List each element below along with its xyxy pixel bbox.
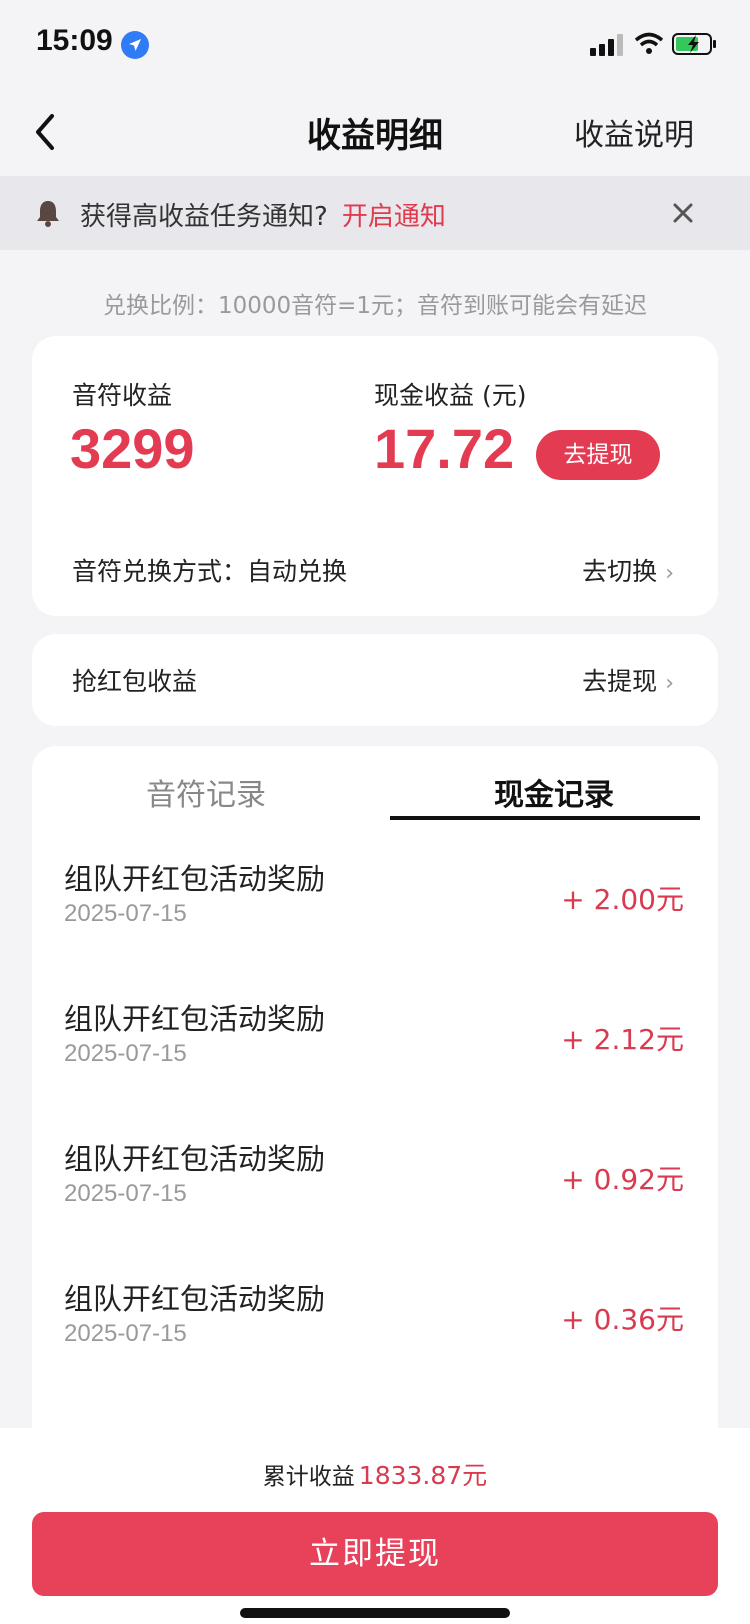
nav-bar: 收益明细 收益说明 bbox=[0, 88, 750, 176]
chevron-right-icon: › bbox=[665, 561, 674, 586]
status-time: 15:09 bbox=[36, 24, 113, 57]
status-bar: 15:09 bbox=[0, 0, 750, 88]
record-title: 组队开红包活动奖励 bbox=[64, 1282, 326, 1316]
location-arrow-icon bbox=[121, 31, 149, 59]
red-packet-withdraw-label: 去提现 bbox=[582, 667, 658, 696]
record-date: 2025-07-15 bbox=[64, 1180, 187, 1207]
signal-icon bbox=[590, 34, 623, 56]
cash-earnings-value: 17.72 bbox=[374, 417, 515, 480]
record-title: 组队开红包活动奖励 bbox=[64, 1002, 326, 1036]
battery-charging-icon bbox=[672, 33, 716, 55]
tab-note-records[interactable]: 音符记录 bbox=[56, 770, 356, 814]
list-item: 组队开红包活动奖励 2025-07-15 + 0.92元 bbox=[32, 1136, 718, 1276]
total-earnings: 累计收益 1833.87元 bbox=[0, 1456, 750, 1492]
withdraw-pill-button[interactable]: 去提现 bbox=[536, 430, 660, 480]
note-earnings-label: 音符收益 bbox=[72, 381, 173, 410]
notice-text: 获得高收益任务通知? 开启通知 bbox=[80, 196, 446, 233]
exchange-ratio-text: 兑换比例：10000音符=1元；音符到账可能会有延迟 bbox=[102, 293, 648, 319]
total-earnings-label: 累计收益 bbox=[262, 1464, 355, 1490]
red-packet-label: 抢红包收益 bbox=[72, 667, 198, 696]
record-title: 组队开红包活动奖励 bbox=[64, 862, 326, 896]
red-packet-card[interactable]: 抢红包收益 去提现 › bbox=[32, 634, 718, 726]
list-item: 组队开红包活动奖励 2025-07-15 + 0.36元 bbox=[32, 1276, 718, 1416]
earnings-explanation-link[interactable]: 收益说明 bbox=[574, 110, 694, 154]
note-earnings-value: 3299 bbox=[70, 417, 195, 480]
total-earnings-value: 1833.87元 bbox=[358, 1461, 488, 1490]
record-amount: + 2.12元 bbox=[561, 1023, 684, 1056]
notice-question: 获得高收益任务通知? bbox=[80, 202, 328, 232]
record-date: 2025-07-15 bbox=[64, 900, 187, 927]
list-item: 组队开红包活动奖励 2025-07-15 + 2.12元 bbox=[32, 996, 718, 1136]
red-packet-withdraw-link[interactable]: 去提现 › bbox=[582, 662, 674, 698]
exchange-mode-label: 音符兑换方式：自动兑换 bbox=[72, 557, 348, 586]
tab-cash-records[interactable]: 现金记录 bbox=[404, 770, 704, 814]
home-indicator bbox=[240, 1608, 510, 1618]
cash-earnings-label: 现金收益 (元) bbox=[374, 381, 527, 410]
record-title: 组队开红包活动奖励 bbox=[64, 1142, 326, 1176]
close-icon[interactable] bbox=[670, 200, 696, 226]
withdraw-now-button[interactable]: 立即提现 bbox=[32, 1512, 718, 1596]
enable-notification-link[interactable]: 开启通知 bbox=[342, 202, 446, 232]
switch-mode-link[interactable]: 去切换 › bbox=[582, 552, 674, 588]
record-date: 2025-07-15 bbox=[64, 1320, 187, 1347]
wifi-icon bbox=[634, 32, 664, 54]
list-item: 组队开红包活动奖励 2025-07-15 + 2.00元 bbox=[32, 856, 718, 996]
records-card: 音符记录 现金记录 组队开红包活动奖励 2025-07-15 + 2.00元 组… bbox=[32, 746, 718, 1446]
record-amount: + 0.36元 bbox=[561, 1303, 684, 1336]
record-amount: + 0.92元 bbox=[561, 1163, 684, 1196]
chevron-right-icon: › bbox=[665, 671, 674, 696]
record-date: 2025-07-15 bbox=[64, 1040, 187, 1067]
switch-mode-label: 去切换 bbox=[582, 557, 658, 586]
bell-icon bbox=[37, 201, 59, 227]
bottom-bar: 累计收益 1833.87元 立即提现 bbox=[0, 1428, 750, 1624]
active-tab-indicator bbox=[390, 816, 700, 820]
earnings-card: 音符收益 3299 现金收益 (元) 17.72 去提现 音符兑换方式：自动兑换… bbox=[32, 336, 718, 616]
notification-banner: 获得高收益任务通知? 开启通知 bbox=[0, 176, 750, 250]
record-amount: + 2.00元 bbox=[561, 883, 684, 916]
